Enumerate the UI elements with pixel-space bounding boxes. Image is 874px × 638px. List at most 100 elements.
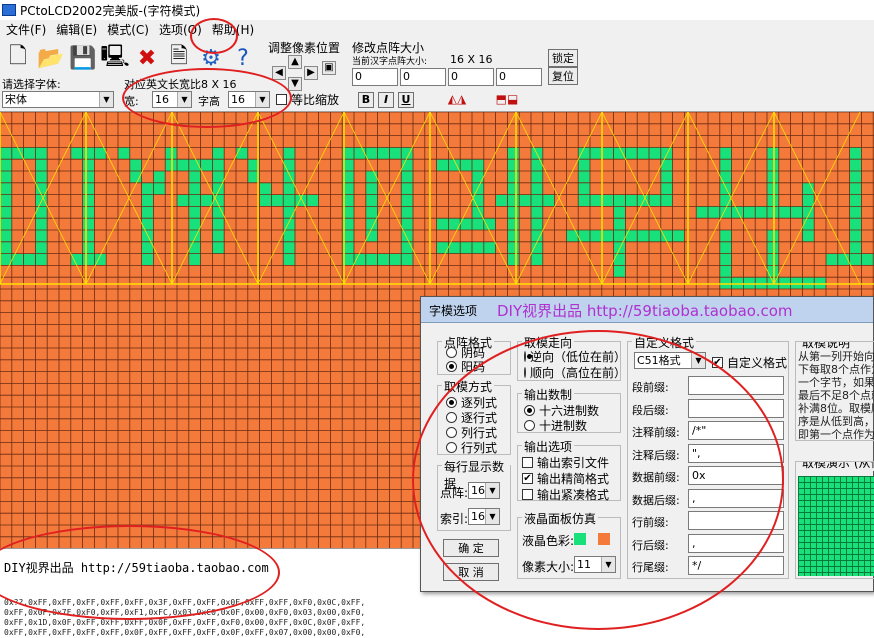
lit-pixel — [0, 147, 12, 160]
lit-pixel — [365, 194, 378, 207]
lit-pixel — [660, 182, 673, 195]
lit-pixel — [613, 265, 626, 278]
lit-pixel — [849, 171, 862, 183]
lit-pixel — [719, 182, 732, 195]
italic-button[interactable]: I — [378, 92, 394, 108]
lit-pixel — [188, 230, 201, 242]
move-down-icon[interactable]: ▼ — [288, 77, 302, 91]
lit-pixel — [23, 253, 36, 266]
lit-pixel — [601, 194, 614, 207]
font-select[interactable]: 宋体 ▼ — [2, 91, 114, 108]
lit-pixel — [165, 147, 177, 160]
lit-pixel — [377, 147, 390, 160]
lit-pixel — [82, 194, 95, 207]
move-up-icon[interactable]: ▲ — [288, 55, 302, 69]
lit-pixel — [436, 159, 449, 171]
lit-pixel — [23, 147, 36, 160]
lit-pixel — [0, 241, 12, 254]
lit-pixel — [188, 206, 201, 219]
underline-button[interactable]: U — [398, 92, 414, 108]
center-icon[interactable]: ▣ — [322, 61, 336, 75]
group-title: 取模演示 (从低位到高位 — [800, 462, 874, 471]
lit-pixel — [153, 182, 166, 195]
spin-bottom[interactable]: 0 — [400, 68, 446, 86]
menu-file[interactable]: 文件(F) — [0, 21, 50, 38]
lit-pixel — [637, 147, 649, 160]
lock-button[interactable]: 锁定 — [548, 49, 578, 67]
lit-pixel — [507, 182, 520, 195]
lit-pixel — [767, 182, 779, 195]
lit-pixel — [578, 182, 590, 195]
lit-pixel — [35, 159, 48, 171]
lit-pixel — [767, 230, 779, 242]
lit-pixel — [731, 206, 744, 219]
lit-pixel — [460, 241, 472, 254]
lit-pixel — [0, 194, 12, 207]
lit-pixel — [483, 218, 496, 230]
lit-pixel — [118, 147, 130, 160]
flip-vertical-icon[interactable]: ⬒⬓ — [486, 89, 528, 109]
open-folder-icon[interactable]: 📂 — [36, 41, 66, 75]
lit-pixel — [0, 182, 12, 195]
lit-pixel — [778, 206, 791, 219]
lit-pixel — [11, 147, 24, 160]
lit-pixel — [826, 253, 838, 266]
menu-edit[interactable]: 编辑(E) — [50, 21, 101, 38]
lit-pixel — [401, 171, 413, 183]
lit-pixel — [790, 206, 803, 219]
ratio-checkbox-label: 等比缩放 — [291, 93, 340, 107]
flip-horizontal-icon[interactable]: ◭◮ — [436, 89, 478, 109]
adjust-label: 调整像素位置 — [268, 41, 341, 55]
lit-pixel — [35, 241, 48, 254]
lit-pixel — [696, 206, 708, 219]
lit-pixel — [141, 182, 154, 195]
lit-pixel — [578, 194, 590, 207]
lit-pixel — [719, 277, 732, 289]
lit-pixel — [82, 253, 95, 266]
lit-pixel — [82, 159, 95, 171]
lit-pixel — [283, 147, 295, 160]
lit-pixel — [849, 230, 862, 242]
lit-pixel — [802, 194, 815, 207]
lit-pixel — [590, 194, 602, 207]
lit-pixel — [365, 147, 378, 160]
lit-pixel — [802, 206, 815, 219]
lit-pixel — [82, 182, 95, 195]
lit-pixel — [531, 182, 543, 195]
lit-pixel — [767, 241, 779, 254]
spin-left[interactable]: 0 — [448, 68, 494, 86]
spin-top[interactable]: 0 — [352, 68, 398, 86]
app-icon — [2, 4, 16, 16]
generate-icon[interactable]: 🖳 — [100, 41, 130, 75]
lit-pixel — [849, 159, 862, 171]
radio-icon — [446, 347, 457, 358]
lit-pixel — [35, 218, 48, 230]
lit-pixel — [283, 230, 295, 242]
restore-button[interactable]: 复位 — [548, 67, 578, 85]
radio-icon — [446, 361, 457, 372]
menu-mode[interactable]: 模式(C) — [101, 21, 153, 38]
lit-pixel — [743, 277, 756, 289]
bold-button[interactable]: B — [358, 92, 374, 108]
lit-pixel — [377, 253, 390, 266]
delete-icon[interactable]: ✖ — [132, 41, 162, 75]
lit-pixel — [283, 253, 295, 266]
lit-pixel — [731, 277, 744, 289]
lit-pixel — [767, 171, 779, 183]
lit-pixel — [35, 253, 48, 266]
lit-pixel — [613, 147, 626, 160]
move-right-icon[interactable]: ▶ — [304, 66, 318, 80]
spin-right[interactable]: 0 — [496, 68, 542, 86]
lit-pixel — [719, 159, 732, 171]
lit-pixel — [82, 241, 95, 254]
lit-pixel — [672, 230, 685, 242]
lit-pixel — [354, 147, 366, 160]
lit-pixel — [767, 265, 779, 278]
move-left-icon[interactable]: ◀ — [272, 66, 286, 80]
dialog-title: 字模选项 — [429, 304, 478, 318]
new-file-icon[interactable]: 🗋 — [3, 41, 33, 75]
lit-pixel — [259, 194, 272, 207]
explain-group: 取模说明 从第一列开始向下每取8个点作为一个字节，如果最后不足8个点就补满8位。… — [795, 341, 874, 441]
dialog-watermark: DIY视界出品 http://59tiaoba.taobao.com — [497, 302, 793, 320]
save-icon[interactable]: 💾 — [68, 41, 98, 75]
